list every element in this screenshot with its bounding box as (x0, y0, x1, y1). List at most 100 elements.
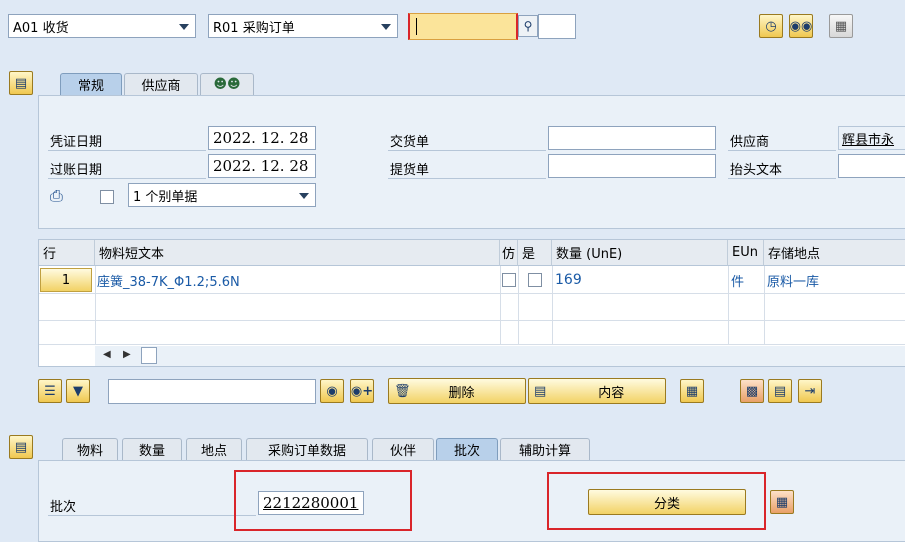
add-row-icon: ▤ (773, 383, 787, 399)
tab-location[interactable]: 地点 (186, 438, 242, 460)
binoculars-icon: ◉◉ (789, 18, 813, 34)
column-label: 行 (43, 247, 57, 262)
search-icon: ⚲ (523, 19, 533, 33)
collapse-all-button[interactable]: ▼ (66, 379, 90, 403)
order-number-input[interactable] (408, 13, 518, 40)
action-select[interactable]: A01 收货 (8, 14, 196, 38)
row-ok-checkbox[interactable] (528, 273, 542, 287)
action-select-value: A01 收货 (13, 20, 69, 36)
post-date-label: 过账日期 (50, 163, 103, 178)
scroll-left-icon[interactable]: ◀ (103, 349, 111, 360)
detail-toggle-button[interactable]: ▤ (9, 435, 33, 459)
tab-label: 地点 (200, 444, 227, 459)
printer-icon[interactable]: ⎙ (50, 186, 63, 206)
doc-date-field[interactable]: 2022. 12. 28 (208, 126, 316, 150)
export-button[interactable]: ⇥ (798, 379, 822, 403)
row-quantity[interactable]: 169 (555, 267, 582, 293)
doc-date-value: 2022. 12. 28 (213, 129, 309, 147)
tab-quantity[interactable]: 数量 (122, 438, 182, 460)
reference-select[interactable]: R01 采购订单 (208, 14, 398, 38)
text-cursor (416, 18, 417, 35)
batch-highlight-box (234, 470, 412, 531)
scroll-thumb[interactable] (141, 347, 157, 364)
search-help-button[interactable]: ⚲ (518, 15, 538, 37)
column-header-ok[interactable]: 是 (518, 240, 552, 266)
expand-all-button[interactable]: ☰ (38, 379, 62, 403)
column-header-material[interactable]: 物料短文本 (95, 240, 500, 266)
find-next-button[interactable]: ◉+ (350, 379, 374, 403)
row-location[interactable]: 原料一库 (767, 267, 819, 293)
header-toggle-button[interactable]: ▤ (9, 71, 33, 95)
hold-button[interactable]: ◷ (759, 14, 783, 38)
divider (48, 178, 206, 179)
divider (728, 150, 836, 151)
folder-open-icon: ▤ (14, 439, 28, 455)
column-header-unit[interactable]: EUn (728, 240, 764, 266)
scroll-right-icon[interactable]: ▶ (123, 349, 131, 360)
column-label: 数量 (UnE) (556, 247, 623, 262)
stock-button[interactable]: ▩ (740, 379, 764, 403)
vendor-field[interactable]: 辉县市永 (838, 126, 905, 150)
post-date-value: 2022. 12. 28 (213, 157, 309, 175)
delete-label: 删除 (448, 385, 475, 401)
line-search-input[interactable] (108, 379, 316, 404)
column-label: 是 (522, 247, 536, 262)
horizontal-scrollbar[interactable]: ◀ ▶ (95, 346, 905, 366)
column-header-location[interactable]: 存储地点 (764, 240, 905, 266)
row-unit[interactable]: 件 (731, 267, 744, 293)
bill-of-lading-field[interactable] (548, 154, 716, 178)
split-icon: ▦ (685, 383, 699, 399)
tab-partner[interactable]: 伙伴 (372, 438, 434, 460)
classify-highlight-box (547, 472, 766, 530)
tab-label: 常规 (77, 79, 104, 94)
row-line-button[interactable]: 1 (40, 268, 92, 292)
post-date-field[interactable]: 2022. 12. 28 (208, 154, 316, 178)
tab-calculation[interactable]: 辅助计算 (500, 438, 590, 460)
delete-button[interactable]: 🗑 删除 (388, 378, 526, 404)
column-label: 仿 (502, 247, 516, 262)
chevron-down-icon (381, 24, 391, 30)
tab-general[interactable]: 常规 (60, 73, 122, 95)
clock-icon: ◷ (765, 18, 777, 34)
tab-material[interactable]: 物料 (62, 438, 118, 460)
folder-open-icon: ▤ (14, 75, 28, 91)
filter-icon: ▼ (73, 383, 83, 399)
tab-label: 物料 (76, 444, 103, 459)
column-header-line[interactable]: 行 (39, 240, 95, 266)
item-table: 行 物料短文本 仿 是 数量 (UnE) EUn 存储地点 1 座簧_38-7K… (38, 239, 905, 367)
tab-vendor[interactable]: 供应商 (124, 73, 198, 95)
content-button[interactable]: ▤ 内容 (528, 378, 666, 404)
drawer-icon: ▩ (745, 383, 759, 399)
vendor-value: 辉县市永 (842, 132, 895, 148)
batch-master-button[interactable]: ▦ (770, 490, 794, 514)
secondary-input[interactable] (538, 14, 576, 39)
tab-label: 伙伴 (389, 444, 416, 459)
row-line-number: 1 (61, 272, 71, 288)
doc-date-label: 凭证日期 (50, 135, 103, 150)
slip-type-select[interactable]: 1 个别单据 (128, 183, 316, 207)
add-row-button[interactable]: ▤ (768, 379, 792, 403)
slip-type-value: 1 个别单据 (133, 189, 198, 205)
find-item-button[interactable]: ◉ (320, 379, 344, 403)
row-material-text[interactable]: 座簧_38-7K_Φ1.2;5.6N (97, 267, 240, 293)
row-flag-checkbox[interactable] (502, 273, 516, 287)
delivery-note-field[interactable] (548, 126, 716, 150)
print-checkbox[interactable] (100, 190, 114, 204)
column-header-flag[interactable]: 仿 (500, 240, 518, 266)
divider (48, 150, 206, 151)
export-icon: ⇥ (804, 383, 816, 399)
tab-batch[interactable]: 批次 (436, 438, 498, 460)
header-text-label: 抬头文本 (730, 163, 783, 178)
binoculars-icon: ◉ (326, 383, 338, 399)
find-button[interactable]: ◉◉ (789, 14, 813, 38)
divider (48, 515, 256, 516)
column-header-quantity[interactable]: 数量 (UnE) (552, 240, 728, 266)
trash-icon: 🗑 (394, 383, 411, 399)
tab-partners[interactable]: ☻☻ (200, 73, 254, 95)
header-text-field[interactable] (838, 154, 905, 178)
table-row[interactable]: 1 座簧_38-7K_Φ1.2;5.6N 169 件 原料一库 (39, 267, 905, 293)
split-view-button[interactable]: ▦ (680, 379, 704, 403)
divider (388, 178, 546, 179)
layout-button[interactable]: ▦ (829, 14, 853, 38)
tab-po-data[interactable]: 采购订单数据 (246, 438, 368, 460)
